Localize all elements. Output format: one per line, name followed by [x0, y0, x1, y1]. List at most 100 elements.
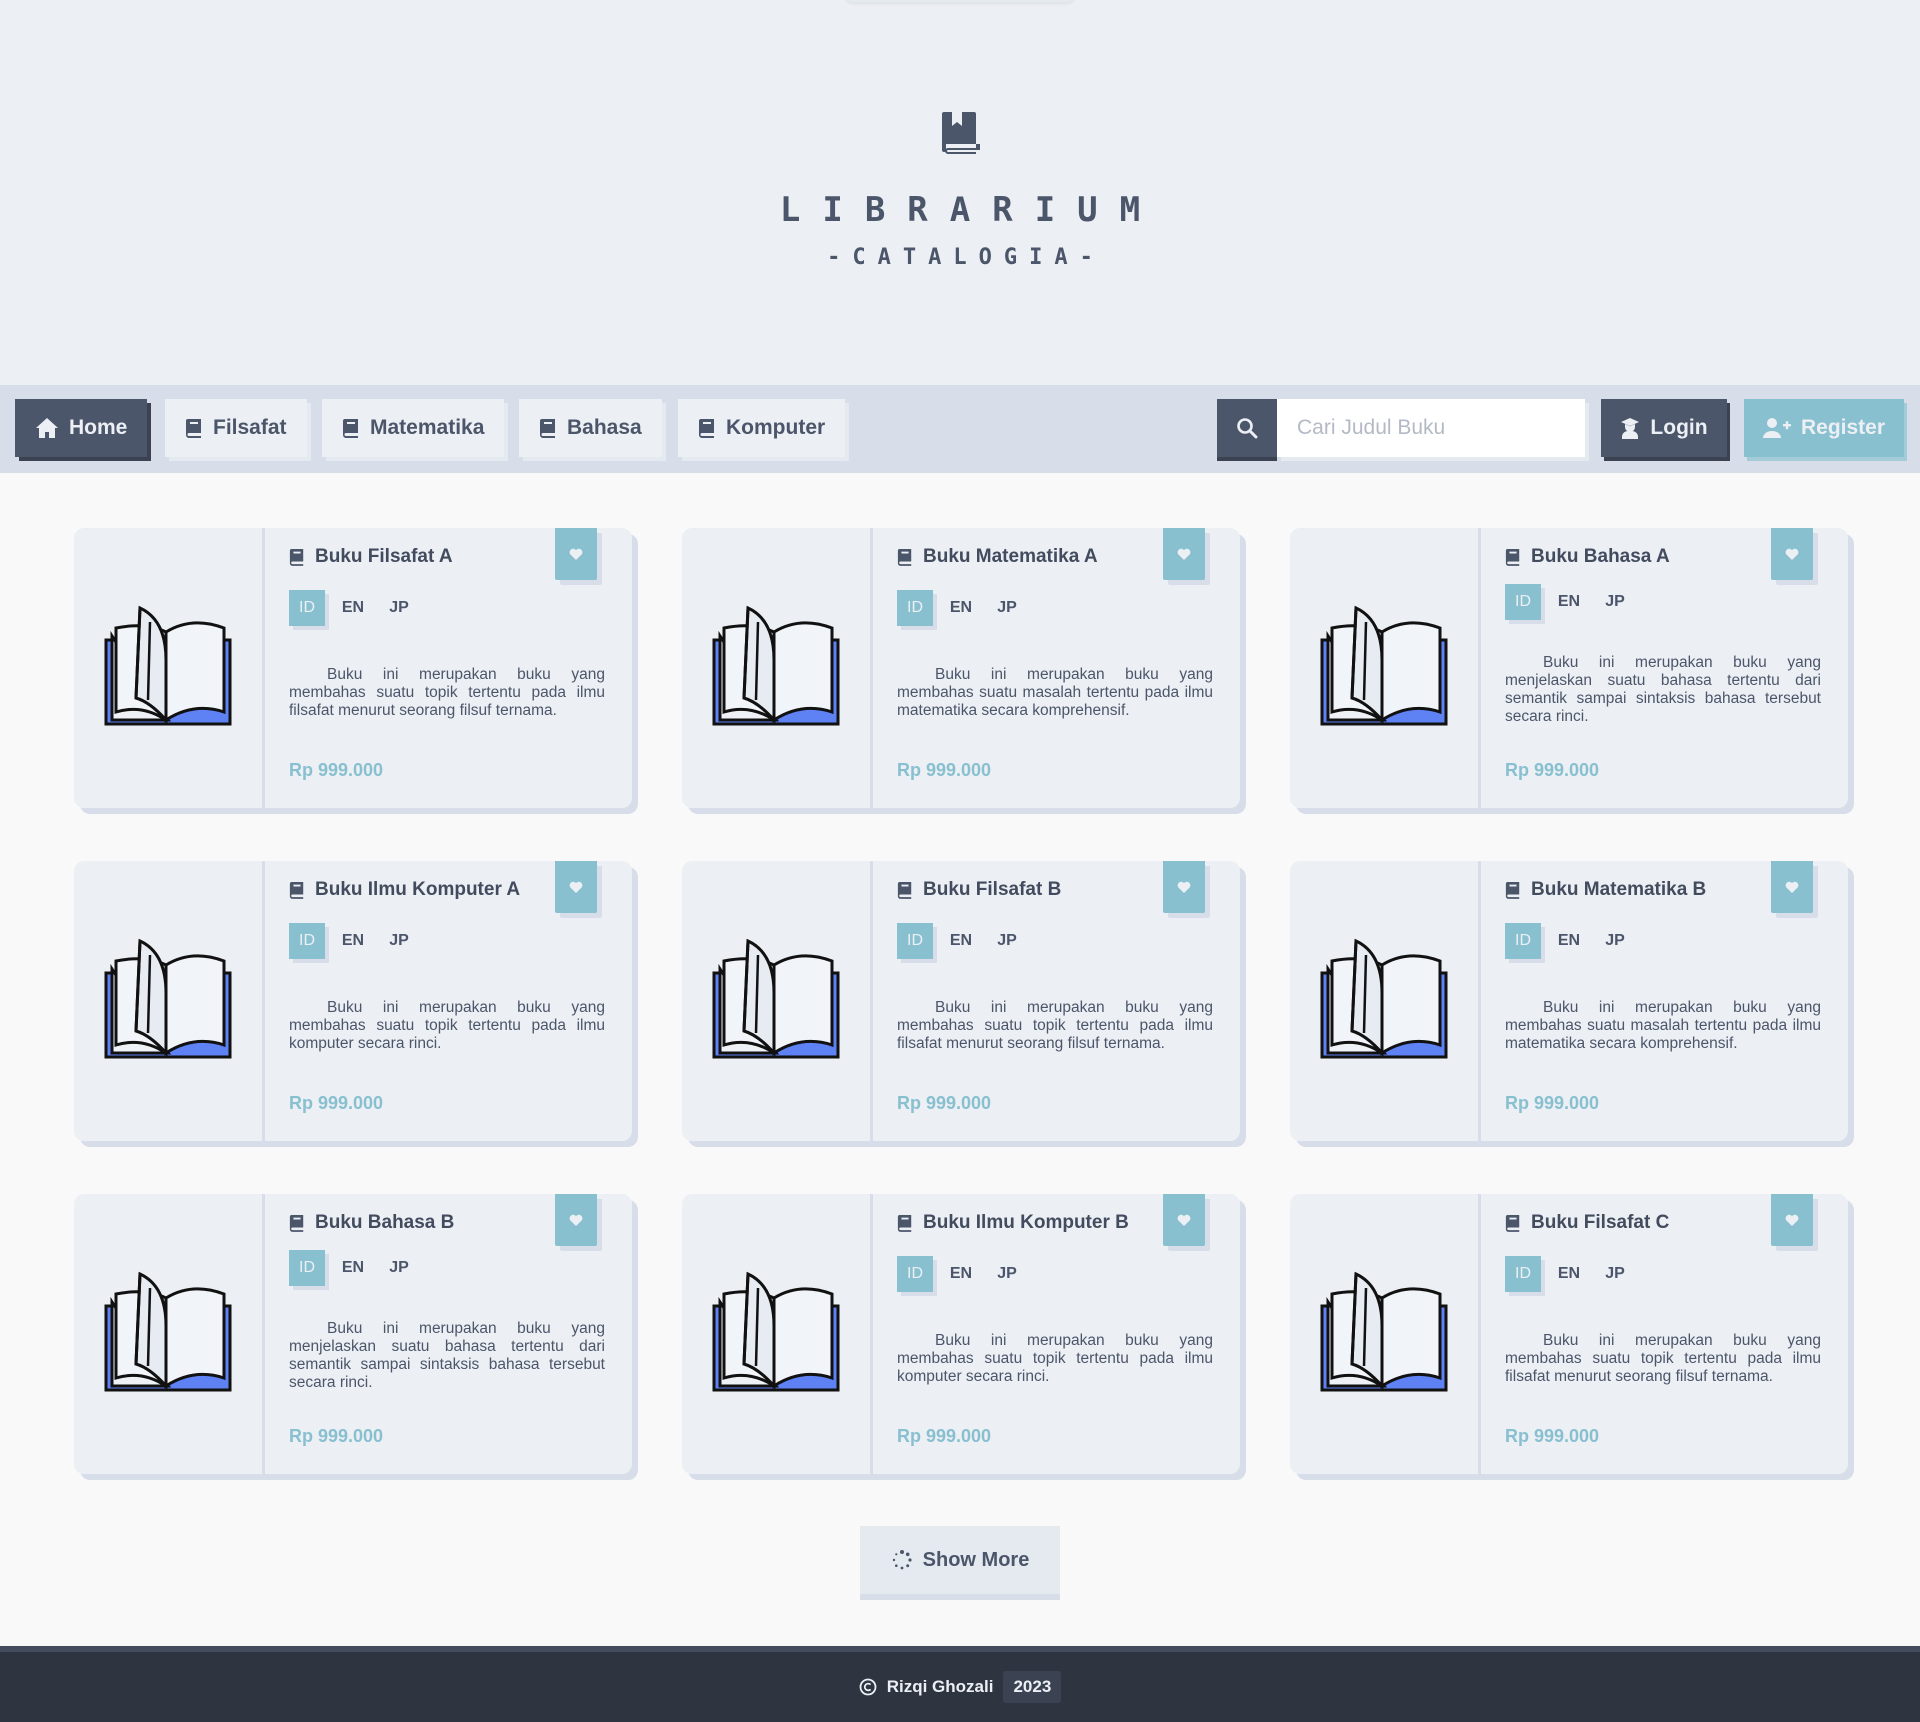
lang-option-en[interactable]: EN: [335, 1250, 371, 1286]
open-book-icon: [712, 1271, 840, 1392]
lang-option-jp[interactable]: JP: [1597, 584, 1633, 620]
open-book-icon: [1320, 605, 1448, 726]
lang-option-en[interactable]: EN: [943, 1256, 979, 1292]
heart-icon: [569, 881, 583, 893]
nav-komputer[interactable]: Komputer: [678, 399, 846, 457]
book-description: Buku ini merupakan buku yang membahas su…: [289, 666, 605, 719]
language-selector: ID EN JP: [289, 590, 417, 626]
book-card[interactable]: Buku Filsafat A ID EN JP Buku ini merupaka…: [74, 528, 632, 808]
book-card[interactable]: Buku Matematika A ID EN JP Buku ini merupa…: [682, 528, 1240, 808]
lang-option-jp[interactable]: JP: [1597, 923, 1633, 959]
heart-icon: [569, 548, 583, 560]
book-icon: [289, 549, 304, 566]
search-input[interactable]: [1277, 399, 1585, 457]
lang-option-jp[interactable]: JP: [989, 923, 1025, 959]
book-description: Buku ini merupakan buku yang membahas su…: [289, 999, 605, 1052]
favorite-button[interactable]: [1163, 528, 1205, 580]
book-card[interactable]: Buku Ilmu Komputer A ID EN JP Buku ini mer…: [74, 861, 632, 1141]
register-button[interactable]: Register: [1744, 399, 1904, 457]
show-more-label: Show More: [922, 1548, 1030, 1571]
lang-option-jp[interactable]: JP: [1597, 1256, 1633, 1292]
lang-option-id[interactable]: ID: [289, 923, 325, 959]
book-title[interactable]: Buku Filsafat A: [289, 546, 453, 568]
favorite-button[interactable]: [1163, 1194, 1205, 1246]
book-price: Rp 999.000: [897, 1426, 992, 1446]
book-title-text: Buku Ilmu Komputer A: [315, 879, 521, 900]
page-header: LIBRARIUM -CATALOGIA-: [0, 0, 1920, 385]
book-title-text: Buku Bahasa B: [315, 1212, 455, 1233]
book-description: Buku ini merupakan buku yang membahas su…: [897, 999, 1213, 1052]
search-button[interactable]: [1217, 399, 1277, 457]
lang-option-en[interactable]: EN: [1551, 1256, 1587, 1292]
navbar: Home Filsafat Matematika Bahasa Komputer…: [0, 385, 1920, 473]
lang-option-id[interactable]: ID: [289, 590, 325, 626]
lang-option-jp[interactable]: JP: [381, 590, 417, 626]
lang-option-en[interactable]: EN: [335, 590, 371, 626]
book-description: Buku ini merupakan buku yang membahas su…: [897, 666, 1213, 719]
book-icon: [897, 1215, 912, 1232]
spinner-icon: [892, 1550, 912, 1570]
lang-option-jp[interactable]: JP: [989, 1256, 1025, 1292]
nav-filsafat[interactable]: Filsafat: [165, 399, 307, 457]
favorite-button[interactable]: [1163, 861, 1205, 913]
book-card[interactable]: Buku Ilmu Komputer B ID EN JP Buku ini mer…: [682, 1194, 1240, 1474]
book-icon: [1505, 549, 1520, 566]
book-title[interactable]: Buku Bahasa A: [1505, 546, 1670, 568]
book-cover-image: [682, 1194, 873, 1474]
lang-option-en[interactable]: EN: [943, 590, 979, 626]
language-selector: ID EN JP: [1505, 923, 1633, 959]
lang-option-en[interactable]: EN: [943, 923, 979, 959]
lang-option-jp[interactable]: JP: [381, 1250, 417, 1286]
page-footer: Rizqi Ghozali 2023: [0, 1646, 1920, 1722]
lang-option-jp[interactable]: JP: [989, 590, 1025, 626]
book-card[interactable]: Buku Filsafat C ID EN JP Buku ini merupaka…: [1290, 1194, 1848, 1474]
nav-bahasa[interactable]: Bahasa: [519, 399, 662, 457]
favorite-button[interactable]: [555, 1194, 597, 1246]
lang-option-id[interactable]: ID: [897, 1256, 933, 1292]
nav-home[interactable]: Home: [15, 399, 148, 457]
book-title[interactable]: Buku Matematika A: [897, 546, 1098, 568]
header-top-tab[interactable]: [845, 0, 1075, 2]
open-book-icon: [712, 938, 840, 1059]
language-selector: ID EN JP: [897, 923, 1025, 959]
favorite-button[interactable]: [555, 861, 597, 913]
nav-matematika[interactable]: Matematika: [322, 399, 505, 457]
book-description: Buku ini merupakan buku yang menjelaskan…: [289, 1320, 605, 1391]
book-cover-image: [1290, 861, 1481, 1141]
book-title[interactable]: Buku Ilmu Komputer B: [897, 1212, 1129, 1234]
lang-option-jp[interactable]: JP: [381, 923, 417, 959]
lang-option-id[interactable]: ID: [897, 923, 933, 959]
book-card[interactable]: Buku Filsafat B ID EN JP Buku ini merupaka…: [682, 861, 1240, 1141]
book-icon: [343, 419, 358, 438]
favorite-button[interactable]: [1771, 861, 1813, 913]
lang-option-en[interactable]: EN: [1551, 584, 1587, 620]
favorite-button[interactable]: [555, 528, 597, 580]
show-more-button[interactable]: Show More: [860, 1526, 1060, 1594]
book-title[interactable]: Buku Filsafat B: [897, 879, 1061, 901]
book-title[interactable]: Buku Ilmu Komputer A: [289, 879, 520, 901]
language-selector: ID EN JP: [289, 923, 417, 959]
book-icon: [897, 549, 912, 566]
lang-option-id[interactable]: ID: [1505, 923, 1541, 959]
favorite-button[interactable]: [1771, 528, 1813, 580]
lang-option-en[interactable]: EN: [1551, 923, 1587, 959]
lang-option-id[interactable]: ID: [289, 1250, 325, 1286]
lang-option-id[interactable]: ID: [1505, 1256, 1541, 1292]
lang-option-en[interactable]: EN: [335, 923, 371, 959]
heart-icon: [1785, 881, 1799, 893]
book-cover-image: [682, 528, 873, 808]
lang-option-id[interactable]: ID: [897, 590, 933, 626]
book-price: Rp 999.000: [289, 760, 384, 780]
login-button[interactable]: Login: [1601, 399, 1727, 457]
book-title[interactable]: Buku Filsafat C: [1505, 1212, 1669, 1234]
book-card[interactable]: Buku Matematika B ID EN JP Buku ini merupa…: [1290, 861, 1848, 1141]
book-card[interactable]: Buku Bahasa B ID EN JP Buku ini merupakan …: [74, 1194, 632, 1474]
book-title[interactable]: Buku Matematika B: [1505, 879, 1706, 901]
lang-option-id[interactable]: ID: [1505, 584, 1541, 620]
book-title[interactable]: Buku Bahasa B: [289, 1212, 454, 1234]
language-selector: ID EN JP: [1505, 584, 1633, 620]
heart-icon: [1177, 548, 1191, 560]
nav-filsafat-label: Filsafat: [213, 416, 287, 439]
book-card[interactable]: Buku Bahasa A ID EN JP Buku ini merupakan …: [1290, 528, 1848, 808]
favorite-button[interactable]: [1771, 1194, 1813, 1246]
